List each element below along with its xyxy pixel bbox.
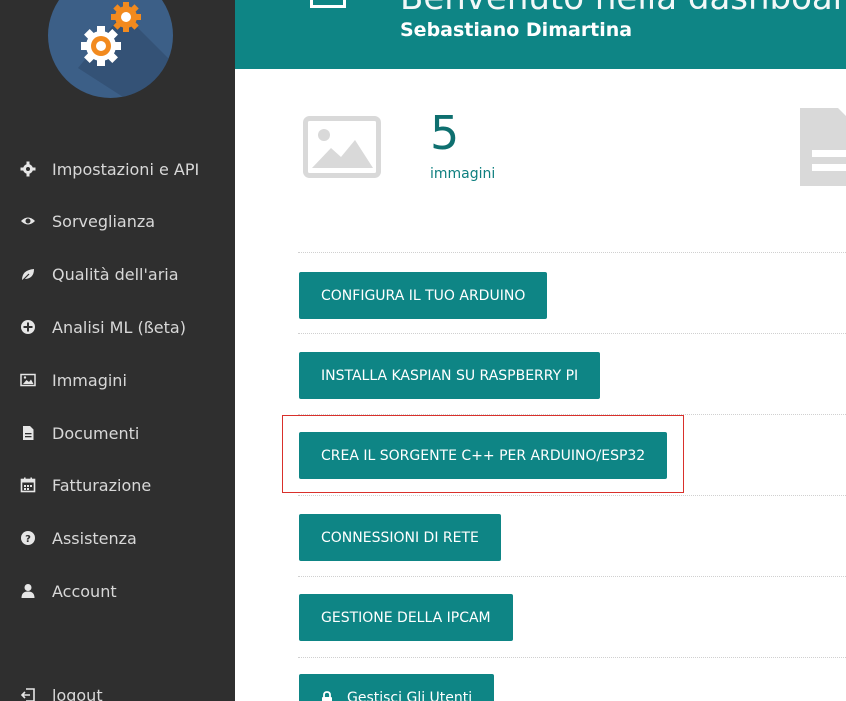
sidebar-item-air-quality[interactable]: Qualità dell'aria: [0, 254, 235, 294]
manage-users-label: Gestisci Gli Utenti: [347, 689, 473, 701]
divider: [298, 495, 846, 496]
sidebar-item-label: Documenti: [52, 424, 140, 443]
sidebar-item-label: Immagini: [52, 371, 127, 390]
sidebar-item-account[interactable]: Account: [0, 571, 235, 611]
install-kaspian-button[interactable]: INSTALLA KASPIAN SU RASPBERRY PI: [299, 352, 601, 399]
eye-icon: [20, 213, 36, 229]
sidebar-item-support[interactable]: ? Assistenza: [0, 518, 235, 558]
images-count: 5: [430, 106, 460, 160]
user-icon: [20, 583, 36, 599]
sidebar-item-settings[interactable]: Impostazioni e API: [0, 149, 235, 189]
document-icon: [20, 425, 36, 441]
divider: [298, 576, 846, 577]
sidebar-item-documents[interactable]: Documenti: [0, 413, 235, 453]
app-logo[interactable]: [48, 0, 173, 98]
image-icon: [303, 116, 381, 178]
plus-circle-icon: [20, 319, 36, 335]
configure-arduino-button[interactable]: CONFIGURA IL TUO ARDUINO: [299, 272, 548, 319]
sidebar-item-billing[interactable]: Fatturazione: [0, 465, 235, 505]
create-cpp-source-button[interactable]: CREA IL SORGENTE C++ PER ARDUINO/ESP32: [299, 432, 668, 479]
logout-label: logout: [52, 686, 103, 701]
svg-text:?: ?: [25, 534, 31, 545]
leaf-icon: [20, 266, 36, 282]
sidebar-item-label: Qualità dell'aria: [52, 265, 179, 284]
question-circle-icon: ?: [20, 530, 36, 546]
images-label: immagini: [430, 166, 496, 182]
sidebar-item-ml-analysis[interactable]: Analisi ML (ßeta): [0, 307, 235, 347]
calendar-icon: [20, 477, 36, 493]
manage-users-button[interactable]: Gestisci Gli Utenti: [299, 674, 495, 701]
ipcam-management-button[interactable]: GESTIONE DELLA IPCAM: [299, 594, 513, 641]
sidebar-item-label: Assistenza: [52, 529, 137, 548]
logout-link[interactable]: logout: [0, 675, 235, 701]
document-icon: [800, 108, 846, 186]
image-icon: [20, 372, 36, 388]
sidebar-item-label: Fatturazione: [52, 476, 152, 495]
divider: [298, 414, 846, 415]
lock-icon: [322, 690, 332, 701]
sidebar-item-label: Sorveglianza: [52, 212, 156, 231]
gear-icon: [20, 161, 36, 177]
sidebar: Impostazioni e API Sorveglianza Qualità …: [0, 0, 235, 701]
divider: [298, 657, 846, 658]
sidebar-item-label: Impostazioni e API: [52, 160, 200, 179]
sidebar-item-label: Account: [52, 582, 117, 601]
page-header: Benvenuto nella dashboard Sebastiano Dim…: [235, 0, 846, 69]
network-connections-button[interactable]: CONNESSIONI DI RETE: [299, 514, 501, 561]
header-icon: [310, 0, 346, 8]
sidebar-item-surveillance[interactable]: Sorveglianza: [0, 201, 235, 241]
divider: [298, 252, 846, 253]
sign-out-icon: [20, 687, 36, 701]
page-title: Benvenuto nella dashboard: [400, 0, 846, 18]
sidebar-item-label: Analisi ML (ßeta): [52, 318, 186, 337]
user-name: Sebastiano Dimartina: [400, 19, 633, 41]
sidebar-item-images[interactable]: Immagini: [0, 360, 235, 400]
divider: [298, 333, 846, 334]
gears-icon: [78, 2, 173, 98]
